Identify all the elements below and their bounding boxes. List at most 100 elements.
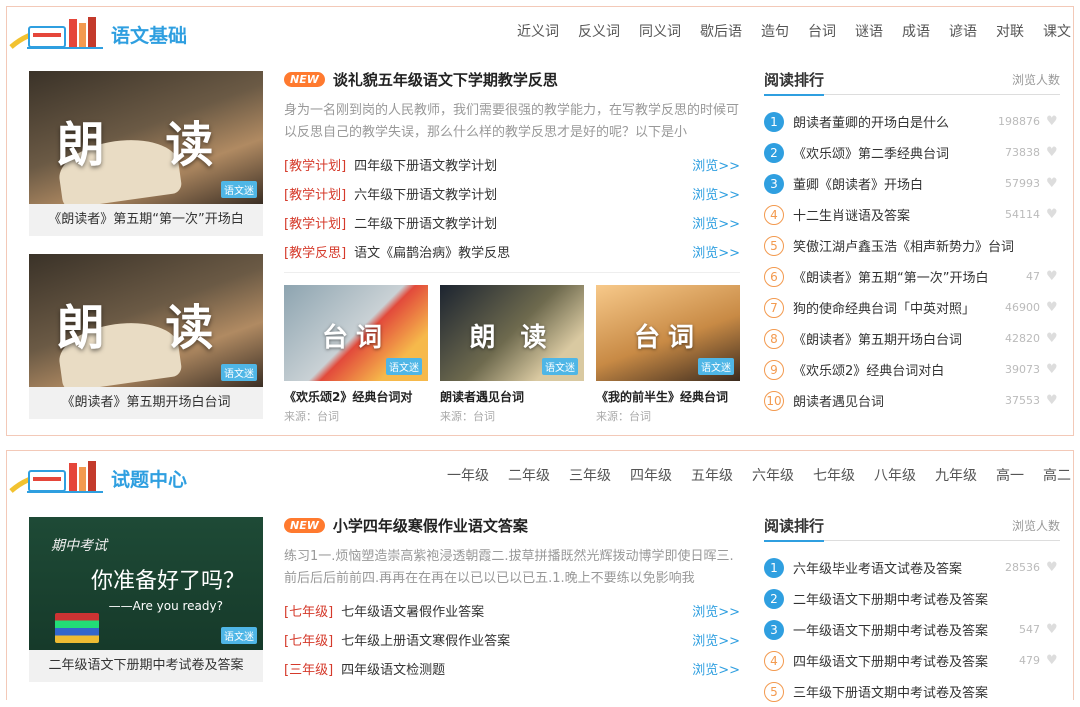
nav-link[interactable]: 同义词 xyxy=(639,21,681,41)
section-title[interactable]: 试题中心 xyxy=(111,465,187,492)
thumb-caption[interactable]: 《朗读者》第五期开场白台词 xyxy=(29,387,263,419)
article-title[interactable]: 七年级语文暑假作业答案 xyxy=(341,601,692,620)
browse-link[interactable]: 浏览>> xyxy=(692,242,740,261)
article-category[interactable]: [七年级] xyxy=(284,601,333,620)
image-card[interactable]: 台词 语文迷 《我的前半生》经典台词 来源：台词 xyxy=(596,285,740,424)
heart-icon[interactable]: ♥ xyxy=(1046,177,1058,190)
article-title[interactable]: 四年级下册语文教学计划 xyxy=(354,155,692,174)
ranking-item-title[interactable]: 四年级语文下册期中考试卷及答案 xyxy=(793,651,988,670)
nav-link[interactable]: 七年级 xyxy=(813,465,855,485)
nav-link[interactable]: 高二 xyxy=(1043,465,1071,485)
ranking-item[interactable]: 4 十二生肖谜语及答案 54114 ♥ xyxy=(764,199,1060,230)
nav-link[interactable]: 八年级 xyxy=(874,465,916,485)
heart-icon[interactable]: ♥ xyxy=(1046,363,1058,376)
heart-icon[interactable]: ♥ xyxy=(1046,301,1058,314)
ranking-item[interactable]: 6 《朗读者》第五期“第一次”开场白 47 ♥ xyxy=(764,261,1060,292)
nav-link[interactable]: 高一 xyxy=(996,465,1024,485)
nav-link[interactable]: 谚语 xyxy=(949,21,977,41)
browse-link[interactable]: 浏览>> xyxy=(692,155,740,174)
nav-link[interactable]: 九年级 xyxy=(935,465,977,485)
ranking-item-title[interactable]: 《欢乐颂2》经典台词对白 xyxy=(793,360,944,379)
heart-icon[interactable]: ♥ xyxy=(1046,332,1058,345)
ranking-item-title[interactable]: 十二生肖谜语及答案 xyxy=(793,205,910,224)
reading-image[interactable]: 朗 读 语文迷 xyxy=(29,71,263,204)
ranking-item[interactable]: 10 朗读者遇见台词 37553 ♥ xyxy=(764,385,1060,416)
heart-icon[interactable]: ♥ xyxy=(1046,208,1058,221)
nav-link[interactable]: 近义词 xyxy=(517,21,559,41)
browse-link[interactable]: 浏览>> xyxy=(692,184,740,203)
heart-icon[interactable]: ♥ xyxy=(1046,561,1058,574)
article-category[interactable]: [教学计划] xyxy=(284,184,346,203)
nav-link[interactable]: 五年级 xyxy=(691,465,733,485)
nav-link[interactable]: 课文 xyxy=(1043,21,1071,41)
card-image[interactable]: 朗 读 语文迷 xyxy=(440,285,584,381)
ranking-item[interactable]: 3 董卿《朗读者》开场白 57993 ♥ xyxy=(764,168,1060,199)
ranking-item-title[interactable]: 笑傲江湖卢鑫玉浩《相声新势力》台词 xyxy=(793,236,1014,255)
article-title[interactable]: 七年级上册语文寒假作业答案 xyxy=(341,630,692,649)
article-category[interactable]: [七年级] xyxy=(284,630,333,649)
ranking-item-title[interactable]: 《朗读者》第五期开场白台词 xyxy=(793,329,962,348)
article-category[interactable]: [教学计划] xyxy=(284,155,346,174)
nav-link[interactable]: 二年级 xyxy=(508,465,550,485)
ranking-item[interactable]: 7 狗的使命经典台词「中英对照」 46900 ♥ xyxy=(764,292,1060,323)
heart-icon[interactable]: ♥ xyxy=(1046,115,1058,128)
article-title[interactable]: 四年级语文检测题 xyxy=(341,659,692,678)
card-image[interactable]: 台词 语文迷 xyxy=(284,285,428,381)
image-card[interactable]: 台词 语文迷 《欢乐颂2》经典台词对 来源：台词 xyxy=(284,285,428,424)
ranking-item[interactable]: 2 二年级语文下册期中考试卷及答案 xyxy=(764,583,1060,614)
heart-icon[interactable]: ♥ xyxy=(1046,394,1058,407)
nav-link[interactable]: 台词 xyxy=(808,21,836,41)
ranking-item-title[interactable]: 二年级语文下册期中考试卷及答案 xyxy=(793,589,988,608)
card-title[interactable]: 朗读者遇见台词 xyxy=(440,388,584,405)
ranking-item[interactable]: 1 六年级毕业考语文试卷及答案 28536 ♥ xyxy=(764,552,1060,583)
section-title[interactable]: 语文基础 xyxy=(111,21,187,48)
reading-image[interactable]: 朗 读 语文迷 xyxy=(29,254,263,387)
nav-link[interactable]: 谜语 xyxy=(855,21,883,41)
heart-icon[interactable]: ♥ xyxy=(1046,654,1058,667)
ranking-item-title[interactable]: 朗读者遇见台词 xyxy=(793,391,884,410)
ranking-item[interactable]: 3 一年级语文下册期中考试卷及答案 547 ♥ xyxy=(764,614,1060,645)
article-title[interactable]: 二年级下册语文教学计划 xyxy=(354,213,692,232)
nav-link[interactable]: 歇后语 xyxy=(700,21,742,41)
card-title[interactable]: 《欢乐颂2》经典台词对 xyxy=(284,388,428,405)
nav-link[interactable]: 三年级 xyxy=(569,465,611,485)
browse-link[interactable]: 浏览>> xyxy=(692,213,740,232)
exam-image[interactable]: 期中考试 你准备好了吗？ ——Are you ready? 语文迷 xyxy=(29,517,263,650)
article-category[interactable]: [教学反思] xyxy=(284,242,346,261)
browse-link[interactable]: 浏览>> xyxy=(692,659,740,678)
browse-link[interactable]: 浏览>> xyxy=(692,601,740,620)
headline-title[interactable]: 谈礼貌五年级语文下学期教学反思 xyxy=(333,69,558,90)
nav-link[interactable]: 一年级 xyxy=(447,465,489,485)
ranking-item[interactable]: 2 《欢乐颂》第二季经典台词 73838 ♥ xyxy=(764,137,1060,168)
ranking-item-title[interactable]: 董卿《朗读者》开场白 xyxy=(793,174,923,193)
nav-link[interactable]: 成语 xyxy=(902,21,930,41)
feature-thumb[interactable]: 朗 读 语文迷 《朗读者》第五期“第一次”开场白 xyxy=(29,71,263,236)
ranking-item-title[interactable]: 朗读者董卿的开场白是什么 xyxy=(793,112,949,131)
ranking-item-title[interactable]: 《欢乐颂》第二季经典台词 xyxy=(793,143,949,162)
nav-link[interactable]: 四年级 xyxy=(630,465,672,485)
ranking-item-title[interactable]: 一年级语文下册期中考试卷及答案 xyxy=(793,620,988,639)
card-title[interactable]: 《我的前半生》经典台词 xyxy=(596,388,740,405)
ranking-item-title[interactable]: 《朗读者》第五期“第一次”开场白 xyxy=(793,267,988,286)
card-image[interactable]: 台词 语文迷 xyxy=(596,285,740,381)
heart-icon[interactable]: ♥ xyxy=(1046,270,1058,283)
headline-title[interactable]: 小学四年级寒假作业语文答案 xyxy=(333,515,528,536)
feature-thumb[interactable]: 朗 读 语文迷 《朗读者》第五期开场白台词 xyxy=(29,254,263,419)
browse-link[interactable]: 浏览>> xyxy=(692,630,740,649)
ranking-item[interactable]: 5 笑傲江湖卢鑫玉浩《相声新势力》台词 xyxy=(764,230,1060,261)
image-card[interactable]: 朗 读 语文迷 朗读者遇见台词 来源：台词 xyxy=(440,285,584,424)
ranking-item[interactable]: 8 《朗读者》第五期开场白台词 42820 ♥ xyxy=(764,323,1060,354)
ranking-item-title[interactable]: 六年级毕业考语文试卷及答案 xyxy=(793,558,962,577)
ranking-item[interactable]: 4 四年级语文下册期中考试卷及答案 479 ♥ xyxy=(764,645,1060,676)
ranking-item[interactable]: 1 朗读者董卿的开场白是什么 198876 ♥ xyxy=(764,106,1060,137)
ranking-item[interactable]: 9 《欢乐颂2》经典台词对白 39073 ♥ xyxy=(764,354,1060,385)
article-title[interactable]: 六年级下册语文教学计划 xyxy=(354,184,692,203)
nav-link[interactable]: 对联 xyxy=(996,21,1024,41)
heart-icon[interactable]: ♥ xyxy=(1046,623,1058,636)
nav-link[interactable]: 六年级 xyxy=(752,465,794,485)
thumb-caption[interactable]: 二年级语文下册期中考试卷及答案 xyxy=(29,650,263,682)
article-category[interactable]: [教学计划] xyxy=(284,213,346,232)
article-category[interactable]: [三年级] xyxy=(284,659,333,678)
nav-link[interactable]: 反义词 xyxy=(578,21,620,41)
nav-link[interactable]: 造句 xyxy=(761,21,789,41)
